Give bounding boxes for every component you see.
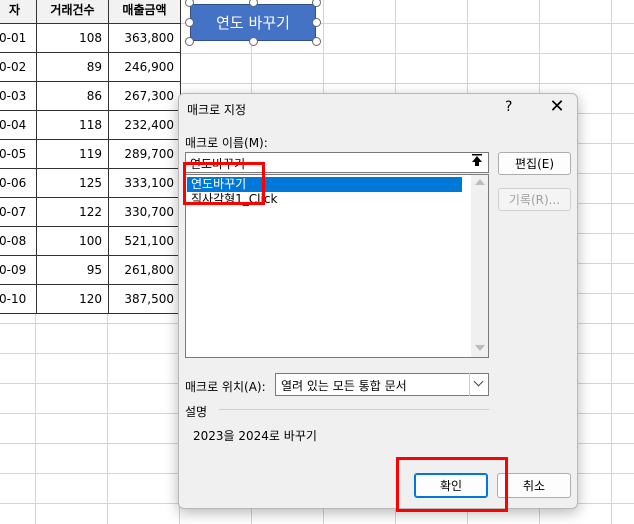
cell-sales[interactable]: 267,300 (108, 81, 181, 111)
macro-name-label: 매크로 이름(M): (185, 136, 268, 150)
record-button[interactable]: 기록(R)... (498, 188, 571, 211)
cell-date[interactable]: 0-08 (0, 226, 37, 256)
cell-sales[interactable]: 232,400 (108, 110, 181, 140)
cell-count[interactable]: 119 (36, 139, 109, 169)
data-table: 자 거래건수 매출금액 0-01 108 363,800 0-02 89 246,900 0… (0, 0, 181, 314)
table-row: 0-07 122 330,700 (0, 197, 181, 227)
cell-date[interactable]: 0-06 (0, 168, 37, 198)
close-icon[interactable]: ✕ (547, 96, 567, 117)
resize-handle-left[interactable] (185, 18, 194, 27)
cell-count[interactable]: 118 (36, 110, 109, 140)
cell-count[interactable]: 122 (36, 197, 109, 227)
description-divider (219, 409, 489, 410)
assign-macro-dialog: 매크로 지정 ? ✕ 매크로 이름(M): 연도바꾸기 연도바꾸기 직사각형1_… (178, 93, 578, 509)
table-row: 0-01 108 363,800 (0, 23, 181, 53)
macro-shape-label: 연도 바꾸기 (216, 14, 290, 32)
cell-date[interactable]: 0-03 (0, 81, 37, 111)
cell-count[interactable]: 108 (36, 23, 109, 53)
cell-sales[interactable]: 363,800 (108, 23, 181, 53)
cell-count[interactable]: 89 (36, 52, 109, 82)
cell-sales[interactable]: 387,500 (108, 284, 181, 314)
resize-handle-bottom[interactable] (249, 37, 258, 46)
resize-handle-bottom-left[interactable] (185, 37, 194, 46)
chevron-down-icon[interactable] (469, 373, 489, 396)
collapse-dialog-icon[interactable] (467, 154, 487, 171)
scroll-down-icon[interactable] (475, 345, 485, 351)
annotation-highlight-ok (396, 457, 508, 512)
cancel-button[interactable]: 취소 (497, 473, 571, 498)
table-row: 0-02 89 246,900 (0, 52, 181, 82)
edit-button[interactable]: 편집(E) (498, 152, 571, 175)
cell-count[interactable]: 125 (36, 168, 109, 198)
annotation-highlight-macro (183, 162, 265, 205)
macro-location-label: 매크로 위치(A): (185, 380, 266, 394)
cell-sales[interactable]: 521,100 (108, 226, 181, 256)
resize-handle-right[interactable] (312, 18, 321, 27)
scroll-up-icon[interactable] (475, 179, 485, 185)
table-header-row: 자 거래건수 매출금액 (0, 0, 181, 24)
cell-count[interactable]: 120 (36, 284, 109, 314)
table-row: 0-04 118 232,400 (0, 110, 181, 140)
macro-shape-button[interactable]: 연도 바꾸기 (190, 4, 316, 41)
column-header-sales[interactable]: 매출금액 (108, 0, 181, 24)
description-text: 2023을 2024로 바꾸기 (193, 429, 317, 443)
description-label: 설명 (185, 405, 208, 419)
table-row: 0-06 125 333,100 (0, 168, 181, 198)
column-header-count[interactable]: 거래건수 (36, 0, 109, 24)
table-row: 0-05 119 289,700 (0, 139, 181, 169)
cell-sales[interactable]: 330,700 (108, 197, 181, 227)
cell-count[interactable]: 86 (36, 81, 109, 111)
cell-date[interactable]: 0-05 (0, 139, 37, 169)
cell-date[interactable]: 0-09 (0, 255, 37, 285)
table-row: 0-08 100 521,100 (0, 226, 181, 256)
list-scrollbar[interactable] (471, 175, 488, 357)
cell-date[interactable]: 0-04 (0, 110, 37, 140)
table-row: 0-09 95 261,800 (0, 255, 181, 285)
cell-count[interactable]: 95 (36, 255, 109, 285)
table-row: 0-10 120 387,500 (0, 284, 181, 314)
cell-sales[interactable]: 261,800 (108, 255, 181, 285)
cell-date[interactable]: 0-07 (0, 197, 37, 227)
macro-location-select[interactable]: 열려 있는 모든 통합 문서 (275, 373, 489, 396)
cell-date[interactable]: 0-10 (0, 284, 37, 314)
cell-date[interactable]: 0-01 (0, 23, 37, 53)
cell-date[interactable]: 0-02 (0, 52, 37, 82)
resize-handle-bottom-right[interactable] (312, 37, 321, 46)
cell-count[interactable]: 100 (36, 226, 109, 256)
dialog-title: 매크로 지정 (187, 103, 247, 117)
cell-sales[interactable]: 289,700 (108, 139, 181, 169)
cell-sales[interactable]: 333,100 (108, 168, 181, 198)
column-header-date[interactable]: 자 (0, 0, 37, 24)
table-row: 0-03 86 267,300 (0, 81, 181, 111)
help-button[interactable]: ? (505, 99, 512, 115)
cell-sales[interactable]: 246,900 (108, 52, 181, 82)
